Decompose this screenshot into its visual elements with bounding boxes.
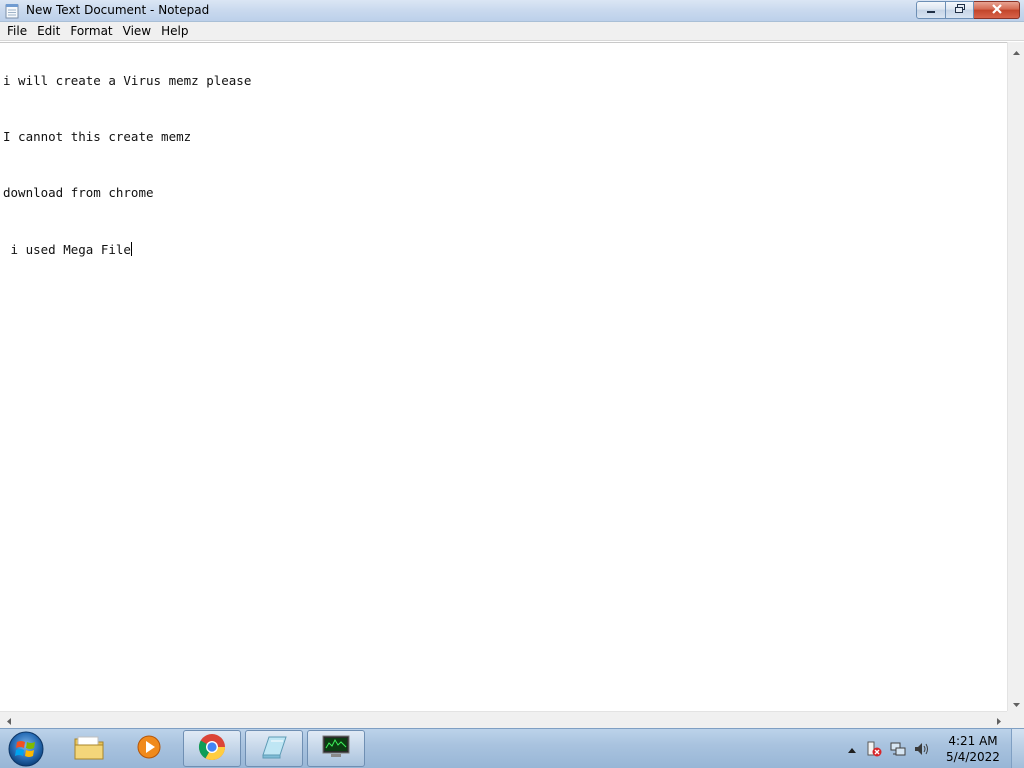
vertical-scrollbar[interactable] [1007, 42, 1024, 711]
media-player-icon [135, 733, 163, 764]
network-icon[interactable] [890, 741, 906, 757]
close-button[interactable] [974, 1, 1020, 19]
menu-view[interactable]: View [118, 22, 156, 41]
size-grip[interactable] [1007, 711, 1024, 728]
volume-icon[interactable] [914, 741, 930, 757]
menu-bar: File Edit Format View Help [0, 22, 1024, 41]
text-line-2: I cannot this create memz [3, 129, 192, 144]
taskbar-task-manager[interactable] [307, 730, 365, 767]
menu-format[interactable]: Format [65, 22, 117, 41]
chevron-up-icon [848, 742, 856, 756]
menu-file[interactable]: File [2, 22, 32, 41]
start-button[interactable] [6, 730, 46, 768]
notepad-icon [259, 733, 289, 764]
horizontal-scrollbar[interactable] [0, 711, 1007, 728]
title-bar[interactable]: New Text Document - Notepad [0, 0, 1024, 22]
clock[interactable]: 4:21 AM 5/4/2022 [940, 733, 1006, 765]
taskbar-media-player[interactable] [120, 730, 178, 767]
scroll-down-icon [1013, 696, 1020, 710]
windows-logo-icon [6, 731, 46, 768]
notepad-icon[interactable] [5, 3, 19, 19]
scroll-up-button[interactable] [1008, 42, 1024, 59]
restore-button[interactable] [946, 1, 974, 19]
text-line-4-wrap: i used Mega File [3, 242, 251, 268]
taskbar-notepad[interactable] [245, 730, 303, 767]
scroll-up-icon [1013, 44, 1020, 58]
windows-explorer-icon [73, 733, 105, 764]
scroll-right-button[interactable] [990, 712, 1007, 729]
taskbar-explorer[interactable] [60, 730, 118, 767]
text-editor[interactable]: i will create a Virus memz please I cann… [0, 42, 1007, 711]
scroll-left-icon [6, 714, 11, 728]
text-line-1: i will create a Virus memz please [3, 73, 252, 88]
show-desktop-button[interactable] [1011, 729, 1024, 768]
minimize-icon [926, 3, 936, 17]
text-caret [130, 242, 132, 256]
menu-help[interactable]: Help [156, 22, 193, 41]
chrome-icon [197, 732, 227, 765]
close-icon [991, 3, 1003, 17]
taskbar: 4:21 AM 5/4/2022 [0, 728, 1024, 768]
restore-icon [954, 3, 966, 17]
scroll-down-button[interactable] [1008, 694, 1024, 711]
menu-edit[interactable]: Edit [32, 22, 65, 41]
scroll-left-button[interactable] [0, 712, 17, 729]
clock-time: 4:21 AM [948, 734, 998, 748]
text-line-3: download from chrome [3, 185, 154, 200]
action-center-icon[interactable] [866, 741, 882, 757]
minimize-button[interactable] [916, 1, 946, 19]
show-hidden-icons-button[interactable] [844, 741, 860, 757]
taskbar-chrome[interactable] [183, 730, 241, 767]
window-title: New Text Document - Notepad [26, 3, 210, 17]
text-line-4: i used Mega File [3, 242, 131, 257]
scroll-right-icon [996, 714, 1001, 728]
clock-date: 5/4/2022 [946, 750, 1000, 764]
task-manager-icon [320, 734, 352, 763]
